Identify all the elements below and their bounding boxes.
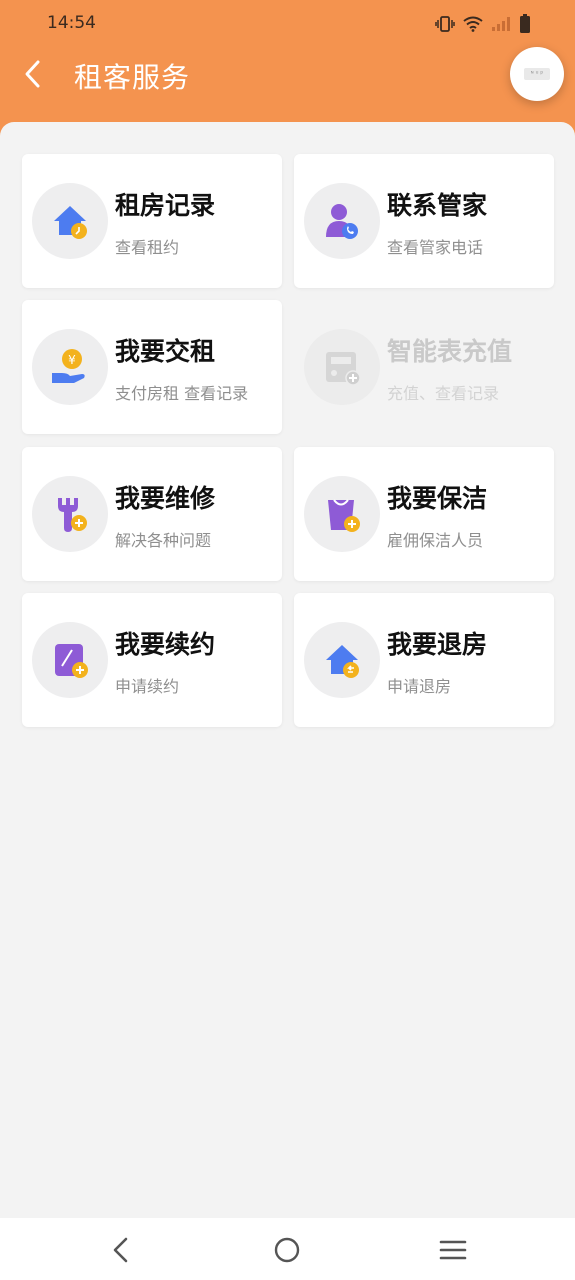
card-title: 租房记录 [115,191,216,220]
card-title: 我要续约 [115,630,216,659]
card-subtitle: 查看租约 [115,238,180,257]
service-card-cleaning[interactable]: 我要保洁 雇佣保洁人员 [294,447,554,581]
status-icons [435,13,531,35]
hand-coin-icon: ¥ [52,349,85,383]
status-time: 14:54 [47,13,96,33]
battery-icon [520,14,530,33]
service-card-smart-meter-topup: 智能表充值 充值、查看记录 [294,300,554,434]
back-button[interactable] [18,58,50,90]
card-title: 我要交租 [115,337,216,366]
icon-circle [32,622,108,698]
house-return-icon [326,645,359,678]
svg-text:¥: ¥ [68,353,76,367]
service-card-check-out[interactable]: 我要退房 申请退房 [294,593,554,727]
icon-circle [32,183,108,259]
meter-plus-icon [326,352,361,386]
nav-menu-icon[interactable] [437,1234,469,1266]
service-card-pay-rent[interactable]: ¥ 我要交租 支付房租 查看记录 [22,300,282,434]
system-nav-bar [0,1218,575,1280]
icon-circle [304,183,380,259]
nav-home-icon[interactable] [271,1234,303,1266]
person-phone-icon [326,204,358,239]
icon-circle: ¥ [32,329,108,405]
card-title: 我要退房 [387,630,488,659]
services-panel: 租房记录 查看租约 联系管家 查看管家电话 ¥ 我要交租 支付房租 查看记录 智… [0,122,575,1218]
vibrate-icon [435,16,455,32]
icon-circle [32,476,108,552]
page-title: 租客服务 [74,61,191,94]
service-card-rental-records[interactable]: 租房记录 查看租约 [22,154,282,288]
card-subtitle: 查看管家电话 [387,238,484,257]
card-subtitle: 解决各种问题 [115,531,212,550]
wrench-plus-icon [58,498,87,532]
bag-plus-icon [328,499,360,532]
icon-circle [304,622,380,698]
float-button-label: ᶰᵘᵖ [524,68,550,80]
icon-circle [304,329,380,405]
service-card-repair[interactable]: 我要维修 解决各种问题 [22,447,282,581]
wifi-icon [463,16,483,32]
card-title: 我要保洁 [387,484,488,513]
service-card-renew-lease[interactable]: 我要续约 申请续约 [22,593,282,727]
card-subtitle: 支付房租 查看记录 [115,384,249,403]
card-subtitle: 申请退房 [387,677,452,696]
card-subtitle: 雇佣保洁人员 [387,531,484,550]
card-title: 联系管家 [387,191,488,220]
card-title: 我要维修 [115,484,216,513]
icon-circle [304,476,380,552]
signal-icon [492,17,510,31]
house-clock-icon [54,206,87,239]
floating-action-button[interactable]: ᶰᵘᵖ [510,47,564,101]
nav-back-icon[interactable] [106,1234,138,1266]
card-subtitle: 申请续约 [115,677,180,696]
document-plus-icon [55,644,88,678]
card-title: 智能表充值 [387,337,513,366]
card-subtitle: 充值、查看记录 [387,384,500,403]
service-card-contact-steward[interactable]: 联系管家 查看管家电话 [294,154,554,288]
